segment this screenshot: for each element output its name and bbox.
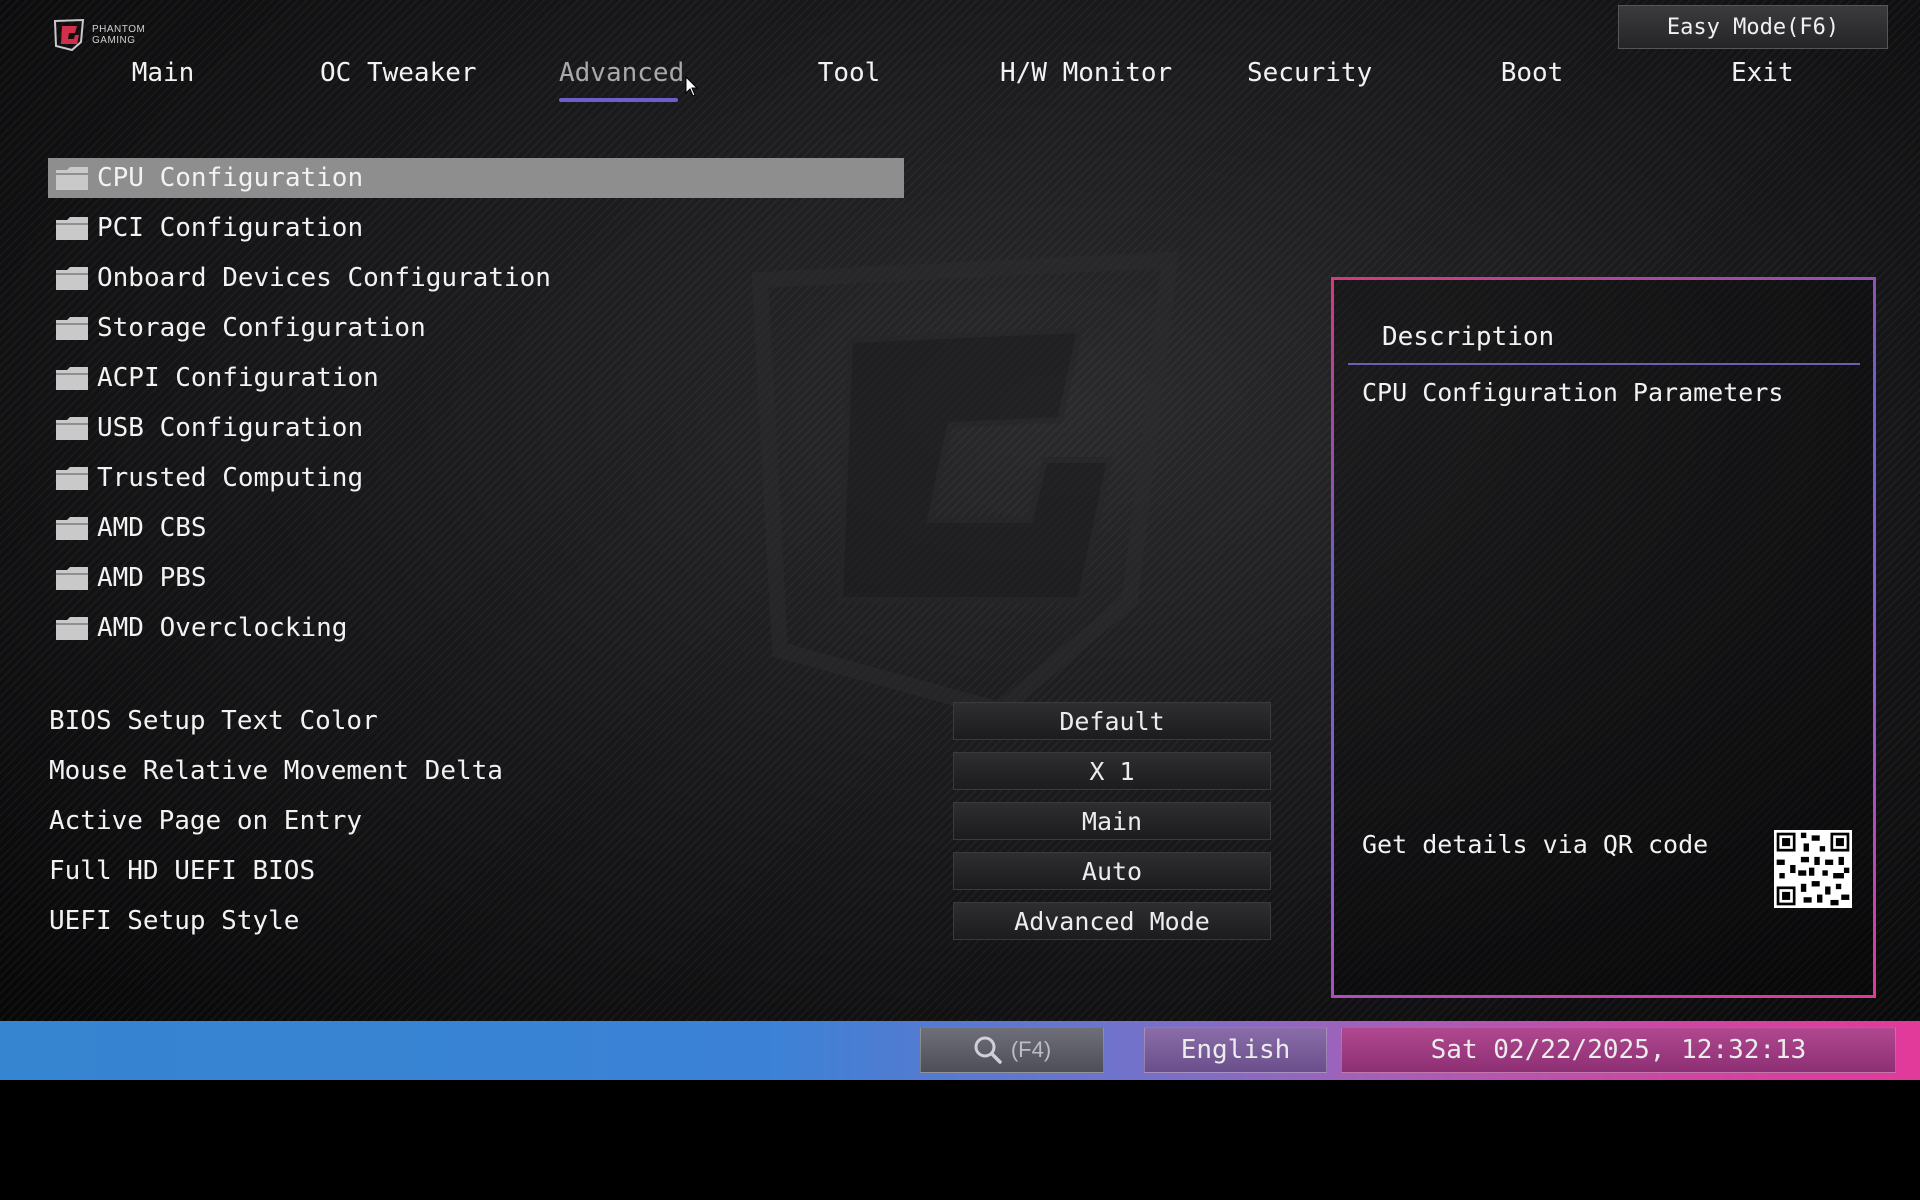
tab-tool[interactable]: Tool — [816, 58, 882, 98]
menu-item-amd-overclocking[interactable]: AMD Overclocking — [48, 608, 904, 648]
menu-item-cpu-configuration[interactable]: CPU Configuration — [48, 158, 904, 198]
easy-mode-button[interactable]: Easy Mode(F6) — [1618, 5, 1888, 49]
setting-value-mouse-delta[interactable]: X 1 — [953, 752, 1271, 790]
setting-label-active-page: Active Page on Entry — [49, 806, 363, 836]
tab-security[interactable]: Security — [1247, 58, 1372, 98]
qr-label: Get details via QR code — [1362, 830, 1709, 859]
folder-icon — [56, 267, 88, 290]
menu-item-acpi-configuration[interactable]: ACPI Configuration — [48, 358, 904, 398]
description-title: Description — [1382, 322, 1555, 352]
brand-logo: PHANTOM GAMING — [52, 18, 145, 52]
folder-icon — [56, 517, 88, 540]
tab-main[interactable]: Main — [126, 58, 200, 98]
menu-item-label: AMD PBS — [97, 563, 207, 593]
folder-icon — [56, 567, 88, 590]
description-panel: Description CPU Configuration Parameters… — [1331, 277, 1876, 998]
tab-boot[interactable]: Boot — [1500, 58, 1564, 98]
search-hint: (F4) — [1010, 1037, 1052, 1062]
menu-item-label: USB Configuration — [97, 413, 364, 443]
menu-item-label: PCI Configuration — [97, 213, 364, 243]
qr-code-icon[interactable] — [1774, 830, 1852, 908]
menu-item-label: Trusted Computing — [97, 463, 364, 493]
menu-item-label: CPU Configuration — [97, 163, 364, 193]
tab-advanced[interactable]: Advanced — [559, 58, 684, 98]
menu-item-usb-configuration[interactable]: USB Configuration — [48, 408, 904, 448]
active-tab-indicator — [559, 98, 678, 102]
menu-item-amd-cbs[interactable]: AMD CBS — [48, 508, 904, 548]
folder-icon — [56, 167, 88, 190]
menu-item-onboard-devices-configuration[interactable]: Onboard Devices Configuration — [48, 258, 904, 298]
search-button[interactable]: (F4) — [920, 1027, 1104, 1073]
letterbox-bottom — [0, 1080, 1920, 1200]
footer-bar: (F4) English Sat 02/22/2025, 12:32:13 — [0, 1021, 1920, 1080]
bios-screen: PHANTOM GAMING Easy Mode(F6) Main OC Twe… — [0, 0, 1920, 1021]
setting-value-bios-text-color[interactable]: Default — [953, 702, 1271, 740]
setting-value-uefi-setup-style[interactable]: Advanced Mode — [953, 902, 1271, 940]
search-icon — [974, 1036, 1002, 1064]
folder-icon — [56, 417, 88, 440]
setting-label-mouse-delta: Mouse Relative Movement Delta — [49, 756, 503, 786]
setting-value-active-page[interactable]: Main — [953, 802, 1271, 840]
folder-icon — [56, 367, 88, 390]
description-divider — [1348, 363, 1860, 365]
menu-item-label: ACPI Configuration — [97, 363, 379, 393]
folder-icon — [56, 217, 88, 240]
setting-label-bios-text-color: BIOS Setup Text Color — [49, 706, 378, 736]
menu-item-trusted-computing[interactable]: Trusted Computing — [48, 458, 904, 498]
setting-label-uefi-setup-style: UEFI Setup Style — [49, 906, 300, 936]
menu-item-label: Storage Configuration — [97, 313, 426, 343]
datetime-display: Sat 02/22/2025, 12:32:13 — [1341, 1027, 1896, 1073]
setting-value-full-hd-uefi[interactable]: Auto — [953, 852, 1271, 890]
folder-icon — [56, 467, 88, 490]
menu-item-label: AMD Overclocking — [97, 613, 348, 643]
tab-exit[interactable]: Exit — [1731, 58, 1794, 98]
brand-line-1: PHANTOM — [92, 24, 146, 35]
folder-icon — [56, 617, 88, 640]
mouse-cursor-icon — [685, 76, 699, 97]
menu-item-storage-configuration[interactable]: Storage Configuration — [48, 308, 904, 348]
menu-item-label: AMD CBS — [97, 513, 207, 543]
folder-icon — [56, 317, 88, 340]
phantom-gaming-logo-icon — [53, 18, 85, 52]
tab-hw-monitor[interactable]: H/W Monitor — [1000, 58, 1172, 98]
menu-item-amd-pbs[interactable]: AMD PBS — [48, 558, 904, 598]
language-button[interactable]: English — [1144, 1027, 1327, 1073]
menu-item-label: Onboard Devices Configuration — [97, 263, 551, 293]
menu-item-pci-configuration[interactable]: PCI Configuration — [48, 208, 904, 248]
brand-line-2: GAMING — [92, 35, 136, 46]
setting-label-full-hd-uefi: Full HD UEFI BIOS — [49, 856, 316, 886]
tab-oc-tweaker[interactable]: OC Tweaker — [320, 58, 477, 98]
description-text: CPU Configuration Parameters — [1362, 378, 1784, 407]
